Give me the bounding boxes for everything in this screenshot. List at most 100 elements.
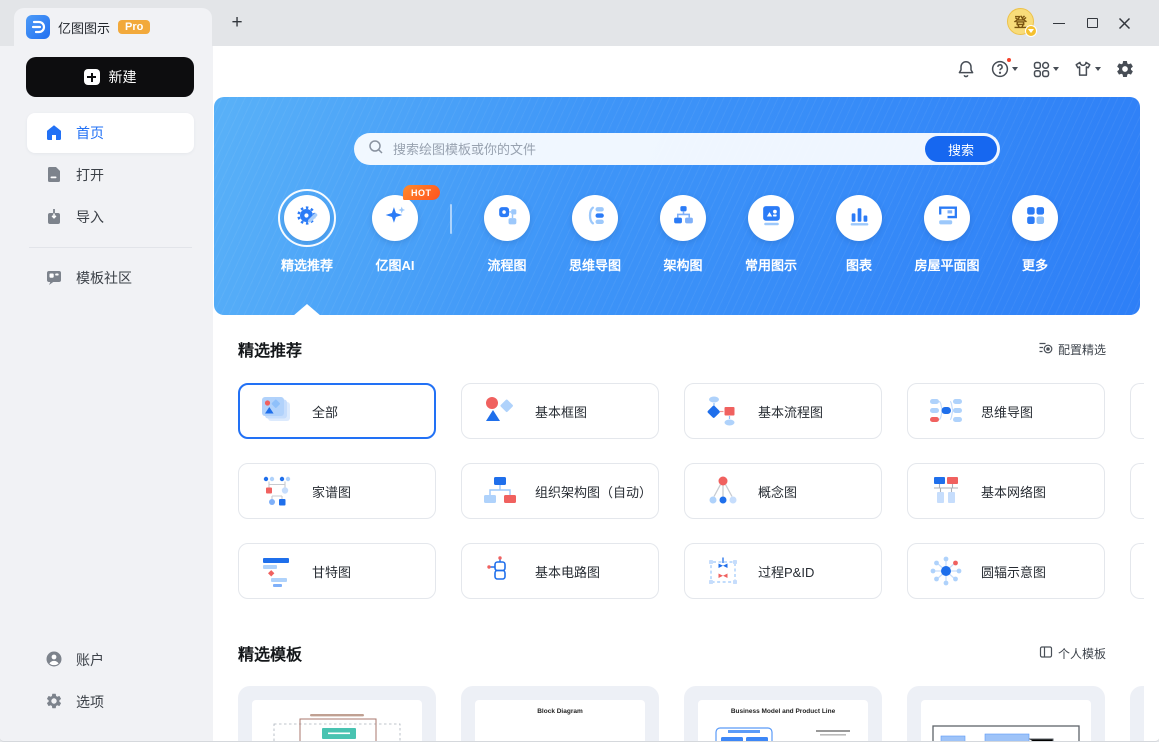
app-title: 亿图图示: [58, 20, 111, 36]
category-label: 流程图: [487, 258, 527, 273]
flowchart-icon: [495, 203, 520, 233]
titlebar: 亿图图示 Pro + 登: [0, 0, 1159, 46]
preview-diagram: [475, 700, 645, 742]
sidebar-item-label: 导入: [76, 209, 104, 225]
search-bar[interactable]: 搜索: [354, 133, 1000, 165]
notification-dot: [1006, 57, 1012, 63]
avatar[interactable]: 登: [1007, 8, 1037, 37]
partial-card[interactable]: [1130, 543, 1144, 599]
card-label: 全部: [312, 404, 339, 420]
search-button[interactable]: 搜索: [925, 136, 997, 162]
chevron-down-icon: [1095, 67, 1101, 71]
maximize-button[interactable]: [1077, 12, 1107, 34]
vip-badge-icon: [1025, 25, 1037, 37]
preview-diagram: [932, 725, 1080, 741]
partial-card[interactable]: [1130, 686, 1144, 741]
card-label: 基本电路图: [535, 564, 601, 580]
template-card-org-chart-auto[interactable]: 组织架构图（自动）: [461, 463, 659, 519]
sidebar-item-label: 账户: [76, 652, 104, 668]
sidebar-item-template-community[interactable]: 模板社区: [27, 258, 194, 298]
card-label: 甘特图: [312, 564, 352, 580]
configure-featured-button[interactable]: 配置精选: [1038, 340, 1106, 358]
category-floorplan[interactable]: 房屋平面图: [903, 195, 991, 274]
sidebar-item-account[interactable]: 账户: [27, 640, 194, 680]
preview-diagram: [715, 727, 850, 741]
family-tree-icon: [259, 475, 295, 507]
template-card-gantt[interactable]: 甘特图: [238, 543, 436, 599]
card-label: 组织架构图（自动）: [535, 484, 653, 500]
template-card-concept-map[interactable]: 概念图: [684, 463, 882, 519]
sidebar-item-home[interactable]: 首页: [27, 113, 194, 153]
open-file-icon: [45, 165, 63, 186]
more-grid-icon: [1023, 203, 1048, 233]
category-common-diagrams[interactable]: 常用图示: [727, 195, 815, 274]
template-card-basic-network[interactable]: 基本网络图: [907, 463, 1105, 519]
template-card-basic-circuit[interactable]: 基本电路图: [461, 543, 659, 599]
personal-templates-icon: [1039, 645, 1053, 662]
network-icon: [928, 475, 964, 507]
pid-icon: [705, 555, 741, 587]
category-row: 精选推荐 亿图AI HOT 流程图 思维导图 架构图 常用图示 图表 房屋平面图…: [263, 185, 1079, 274]
minimize-button[interactable]: [1044, 12, 1074, 34]
template-preview[interactable]: Business Model and Product Line: [684, 686, 882, 741]
configure-label: 配置精选: [1057, 342, 1106, 357]
ai-sparkle-icon: [383, 203, 408, 233]
sidebar-divider: [29, 247, 192, 248]
template-previews: Block Diagram Business Model and Product…: [238, 686, 1144, 742]
top-toolbar: [956, 57, 1135, 79]
new-document-button[interactable]: 新建: [26, 57, 194, 97]
configure-icon: [1038, 340, 1053, 358]
featured-section-header: 精选推荐 配置精选: [238, 339, 1106, 361]
templates-section-header: 精选模板 个人模板: [238, 643, 1106, 664]
card-label: 圆辐示意图: [981, 564, 1047, 580]
category-label: 常用图示: [744, 258, 797, 273]
new-tab-button[interactable]: +: [224, 10, 250, 36]
template-preview[interactable]: [238, 686, 436, 741]
category-more[interactable]: 更多: [991, 195, 1079, 274]
template-card-process-pid[interactable]: 过程P&ID: [684, 543, 882, 599]
architecture-icon: [671, 203, 696, 233]
card-label: 基本网络图: [981, 484, 1047, 500]
sidebar-item-open[interactable]: 打开: [27, 155, 194, 195]
search-input[interactable]: [393, 141, 925, 157]
featured-grid: 全部 基本框图 基本流程图 思维导图 家谱图 组织架构图（自动） 概念图 基本网…: [238, 383, 1144, 599]
settings-gear-icon[interactable]: [1115, 59, 1135, 79]
apps-grid-icon[interactable]: [1032, 60, 1059, 79]
category-charts[interactable]: 图表: [815, 195, 903, 274]
help-icon[interactable]: [990, 57, 1018, 79]
card-label: 基本框图: [535, 404, 588, 420]
template-card-basic-block[interactable]: 基本框图: [461, 383, 659, 439]
notification-bell-icon[interactable]: [956, 59, 976, 79]
template-card-all[interactable]: 全部: [238, 383, 436, 439]
app-logo-icon: [26, 15, 50, 39]
common-diagram-icon: [759, 203, 784, 233]
theme-shirt-icon[interactable]: [1073, 59, 1101, 79]
personal-templates-button[interactable]: 个人模板: [1039, 645, 1106, 662]
hot-badge: HOT: [403, 185, 440, 200]
main-area: 搜索 精选推荐 亿图AI HOT 流程图: [213, 46, 1159, 742]
template-preview[interactable]: [907, 686, 1105, 741]
floorplan-icon: [935, 203, 960, 233]
category-mindmap[interactable]: 思维导图: [551, 195, 639, 274]
template-card-mindmap[interactable]: 思维导图: [907, 383, 1105, 439]
template-preview[interactable]: Block Diagram: [461, 686, 659, 742]
category-flowchart[interactable]: 流程图: [463, 195, 551, 274]
app-tab[interactable]: 亿图图示 Pro: [14, 8, 212, 46]
category-featured[interactable]: 精选推荐: [263, 189, 351, 274]
template-card-basic-flowchart[interactable]: 基本流程图: [684, 383, 882, 439]
concept-map-icon: [705, 475, 741, 507]
template-card-family-tree[interactable]: 家谱图: [238, 463, 436, 519]
search-icon: [368, 139, 384, 160]
sidebar-item-options[interactable]: 选项: [27, 682, 194, 722]
category-architecture[interactable]: 架构图: [639, 195, 727, 274]
new-button-label: 新建: [108, 69, 137, 85]
category-label: 架构图: [663, 258, 703, 273]
template-card-radial-diagram[interactable]: 圆辐示意图: [907, 543, 1105, 599]
close-button[interactable]: [1109, 12, 1139, 34]
account-icon: [45, 650, 63, 671]
category-ai[interactable]: 亿图AI HOT: [351, 185, 440, 274]
basic-block-icon: [482, 395, 518, 427]
partial-card[interactable]: [1130, 383, 1144, 439]
partial-card[interactable]: [1130, 463, 1144, 519]
sidebar-item-import[interactable]: 导入: [27, 197, 194, 237]
